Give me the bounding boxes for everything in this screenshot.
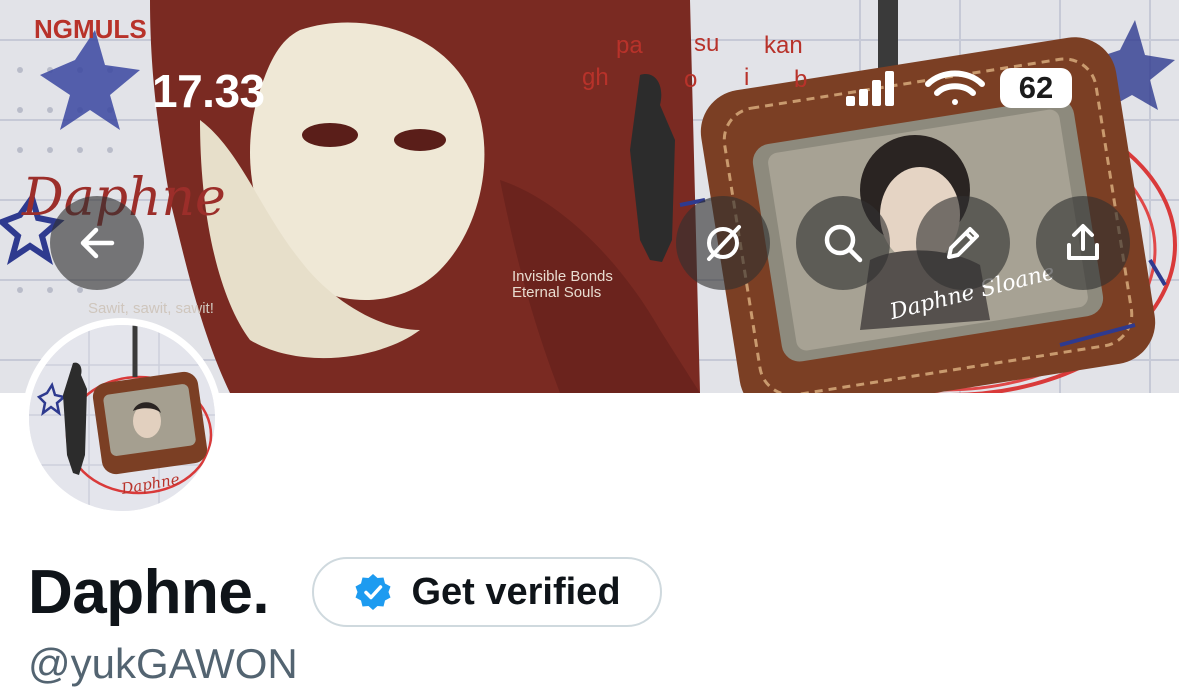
status-bar-time: 17.33 [152,65,265,117]
banner-tagline: Eternal Souls [512,284,602,301]
wifi-icon [925,70,985,105]
cellular-signal-icon [846,71,894,106]
pencil-icon [947,227,979,259]
banner-word: su [694,30,720,57]
get-verified-label: Get verified [411,570,621,613]
banner-word: gh [582,64,609,91]
search-icon [824,224,863,263]
search-button[interactable] [796,196,890,290]
grok-button[interactable] [676,196,770,290]
back-button[interactable] [50,196,144,290]
profile-avatar[interactable]: Daphne [22,318,222,518]
banner-small-text: Sawit, sawit, sawit! [88,300,214,317]
share-button[interactable] [1036,196,1130,290]
banner-word: pa [616,32,643,59]
banner-word: b [794,66,808,93]
arrow-left-icon [80,227,115,259]
display-name: Daphne. [28,558,270,627]
battery-indicator: 62 [1000,68,1072,108]
edit-button[interactable] [916,196,1010,290]
verified-badge-icon [355,574,391,610]
avatar-image: Daphne [29,325,215,511]
banner-tagline: Invisible Bonds [512,268,613,285]
user-handle: @yukGAWON [28,640,298,687]
banner-word: i [744,64,750,91]
banner-logo-text: NGMULS [34,14,147,44]
get-verified-button[interactable]: Get verified [312,557,662,627]
banner-word: o [684,66,698,93]
banner-word: kan [764,32,803,59]
no-circle-icon [707,225,741,261]
share-icon [1067,224,1099,260]
